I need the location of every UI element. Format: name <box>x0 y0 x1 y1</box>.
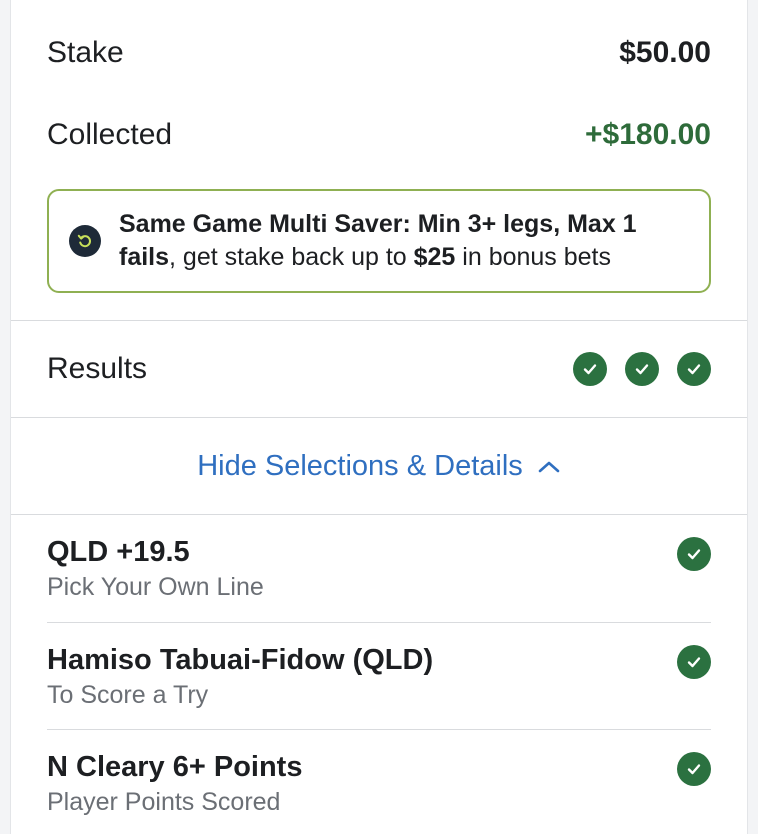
check-icon <box>677 537 711 571</box>
selection-market: Pick Your Own Line <box>47 573 264 601</box>
refresh-icon <box>69 225 101 257</box>
promo-text: Same Game Multi Saver: Min 3+ legs, Max … <box>119 208 689 274</box>
check-icon <box>677 352 711 386</box>
stake-value: $50.00 <box>619 36 711 69</box>
collected-value: +$180.00 <box>585 118 711 151</box>
collected-label: Collected <box>47 118 173 151</box>
check-icon <box>677 645 711 679</box>
stake-row: Stake $50.00 <box>11 27 747 79</box>
stake-label: Stake <box>47 36 124 69</box>
results-checks <box>573 352 711 386</box>
hide-selections-button[interactable]: Hide Selections & Details <box>197 450 561 483</box>
toggle-row: Hide Selections & Details <box>11 418 747 514</box>
check-icon <box>573 352 607 386</box>
selection-item: QLD +19.5 Pick Your Own Line <box>47 515 711 622</box>
selection-item: Hamiso Tabuai-Fidow (QLD) To Score a Try <box>47 622 711 729</box>
selection-title: QLD +19.5 <box>47 536 190 568</box>
selection-title: Hamiso Tabuai-Fidow (QLD) <box>47 644 434 676</box>
promo-amount: $25 <box>413 243 456 271</box>
collected-row: Collected +$180.00 <box>11 109 747 161</box>
selection-market: Player Points Scored <box>47 788 281 816</box>
results-label: Results <box>47 352 148 385</box>
selection-market: To Score a Try <box>47 681 209 709</box>
check-icon <box>677 752 711 786</box>
promo-banner: Same Game Multi Saver: Min 3+ legs, Max … <box>47 189 711 293</box>
check-icon <box>625 352 659 386</box>
hide-selections-label: Hide Selections & Details <box>197 449 523 482</box>
bet-details-card: Stake $50.00 Collected +$180.00 Same Gam… <box>10 0 748 834</box>
selection-item: N Cleary 6+ Points Player Points Scored <box>47 729 711 834</box>
selection-title: N Cleary 6+ Points <box>47 751 303 783</box>
promo-desc-2: in bonus bets <box>455 243 612 271</box>
results-row: Results <box>11 321 747 417</box>
promo-desc-1: , get stake back up to <box>169 243 414 271</box>
chevron-up-icon <box>537 450 561 483</box>
